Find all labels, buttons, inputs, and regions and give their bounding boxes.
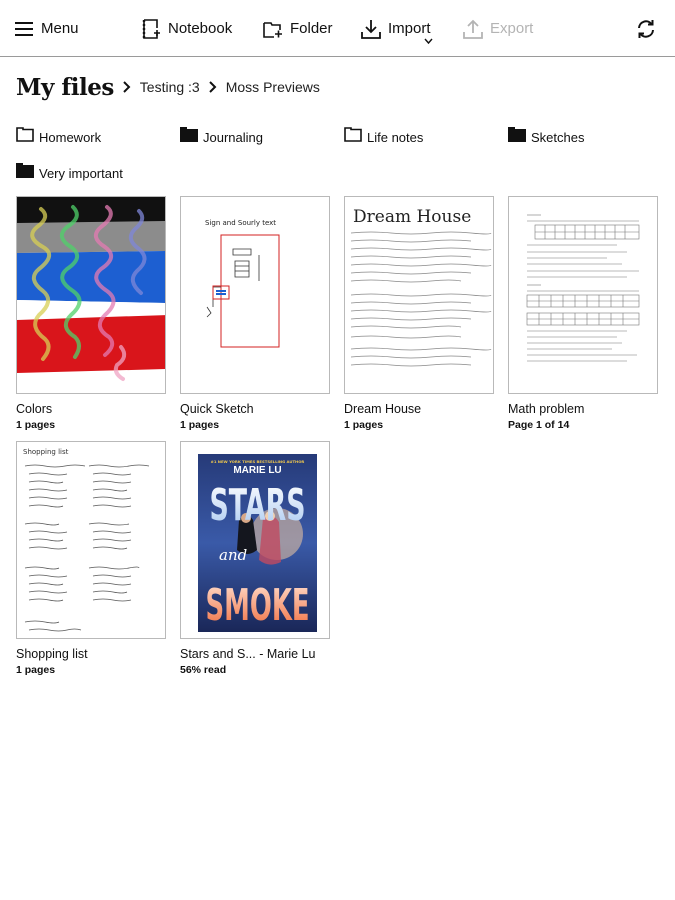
document-thumbnail: Sign and Sourly text <box>180 196 330 394</box>
folder-label: Folder <box>290 20 333 37</box>
menu-label: Menu <box>41 20 79 37</box>
document-meta: 1 pages <box>180 419 220 431</box>
notebook-label: Notebook <box>168 20 233 37</box>
folder-filled-icon <box>16 163 34 178</box>
folder-sketches[interactable]: Sketches <box>508 127 585 145</box>
document-name: Math problem <box>508 402 585 416</box>
document-colors[interactable]: Colors 1 pages <box>16 196 166 431</box>
export-button[interactable]: Export <box>463 0 533 57</box>
reading-progress: 56% read <box>180 664 227 676</box>
svg-text:SMOKE: SMOKE <box>206 580 310 631</box>
svg-text:STARS: STARS <box>210 480 306 531</box>
download-icon <box>361 19 381 39</box>
upload-icon <box>463 19 483 39</box>
document-thumbnail <box>508 196 658 394</box>
document-meta: 1 pages <box>16 419 56 431</box>
folder-label: Homework <box>39 130 102 145</box>
new-folder-button[interactable]: Folder <box>263 0 333 57</box>
document-name: Quick Sketch <box>180 402 254 416</box>
document-thumbnail <box>16 196 166 394</box>
import-button[interactable]: Import <box>361 0 433 57</box>
document-shopping-list[interactable]: Shopping list Shopping list 1 pages <box>16 441 166 676</box>
folder-outline-icon <box>344 127 362 142</box>
svg-text:MARIE LU: MARIE LU <box>233 465 281 476</box>
folder-very-important[interactable]: Very important <box>16 163 123 181</box>
document-name: Shopping list <box>16 647 88 661</box>
export-label: Export <box>490 20 534 37</box>
svg-text:Dream House: Dream House <box>353 207 471 227</box>
folder-label: Journaling <box>203 130 263 145</box>
folder-filled-icon <box>180 127 198 142</box>
document-name: Colors <box>16 402 53 416</box>
document-meta: Page 1 of 14 <box>508 419 570 431</box>
breadcrumb-item-testing[interactable]: Testing :3 <box>140 79 200 95</box>
menu-button[interactable]: Menu <box>14 0 79 57</box>
new-notebook-icon <box>141 18 161 39</box>
folder-label: Very important <box>39 166 123 181</box>
new-folder-icon <box>263 19 283 39</box>
document-meta: 1 pages <box>344 419 384 431</box>
breadcrumb-item-moss-previews[interactable]: Moss Previews <box>226 79 320 95</box>
page-title[interactable]: My files <box>16 74 114 101</box>
document-name: Dream House <box>344 402 422 416</box>
folder-life-notes[interactable]: Life notes <box>344 127 424 145</box>
folder-label: Life notes <box>367 130 424 145</box>
document-name: Stars and S... - Marie Lu <box>180 647 316 661</box>
svg-text:#1 NEW YORK TIMES BESTSELLING: #1 NEW YORK TIMES BESTSELLING AUTHOR <box>211 459 305 464</box>
breadcrumb: My files Testing :3 Moss Previews <box>16 70 320 104</box>
document-thumbnail: Dream House <box>344 196 494 394</box>
folder-label: Sketches <box>531 130 585 145</box>
hamburger-icon <box>14 19 34 39</box>
document-meta: 1 pages <box>16 664 56 676</box>
svg-text:and: and <box>219 546 247 564</box>
svg-text:Sign and Sourly text: Sign and Sourly text <box>205 219 276 227</box>
chevron-right-icon <box>120 80 134 94</box>
document-quick-sketch[interactable]: Sign and Sourly text Quick Sketch 1 page… <box>180 196 330 431</box>
folder-outline-icon <box>16 127 34 142</box>
folder-homework[interactable]: Homework <box>16 127 102 145</box>
chevron-right-icon <box>206 80 220 94</box>
sync-button[interactable] <box>636 0 656 57</box>
folder-journaling[interactable]: Journaling <box>180 127 263 145</box>
book-cover-thumbnail: #1 NEW YORK TIMES BESTSELLING AUTHOR MAR… <box>180 441 330 639</box>
chevron-down-icon <box>424 32 433 49</box>
top-toolbar: Menu Notebook Folder Import Export <box>0 0 675 57</box>
document-thumbnail: Shopping list <box>16 441 166 639</box>
folder-filled-icon <box>508 127 526 142</box>
new-notebook-button[interactable]: Notebook <box>141 0 232 57</box>
sync-icon <box>636 19 656 39</box>
svg-text:Shopping list: Shopping list <box>23 448 69 456</box>
document-book-stars-and-smoke[interactable]: #1 NEW YORK TIMES BESTSELLING AUTHOR MAR… <box>180 441 330 676</box>
document-dream-house[interactable]: Dream House Dream House 1 pages <box>344 196 494 431</box>
document-math-problem[interactable]: Math problem Page 1 of 14 <box>508 196 658 431</box>
